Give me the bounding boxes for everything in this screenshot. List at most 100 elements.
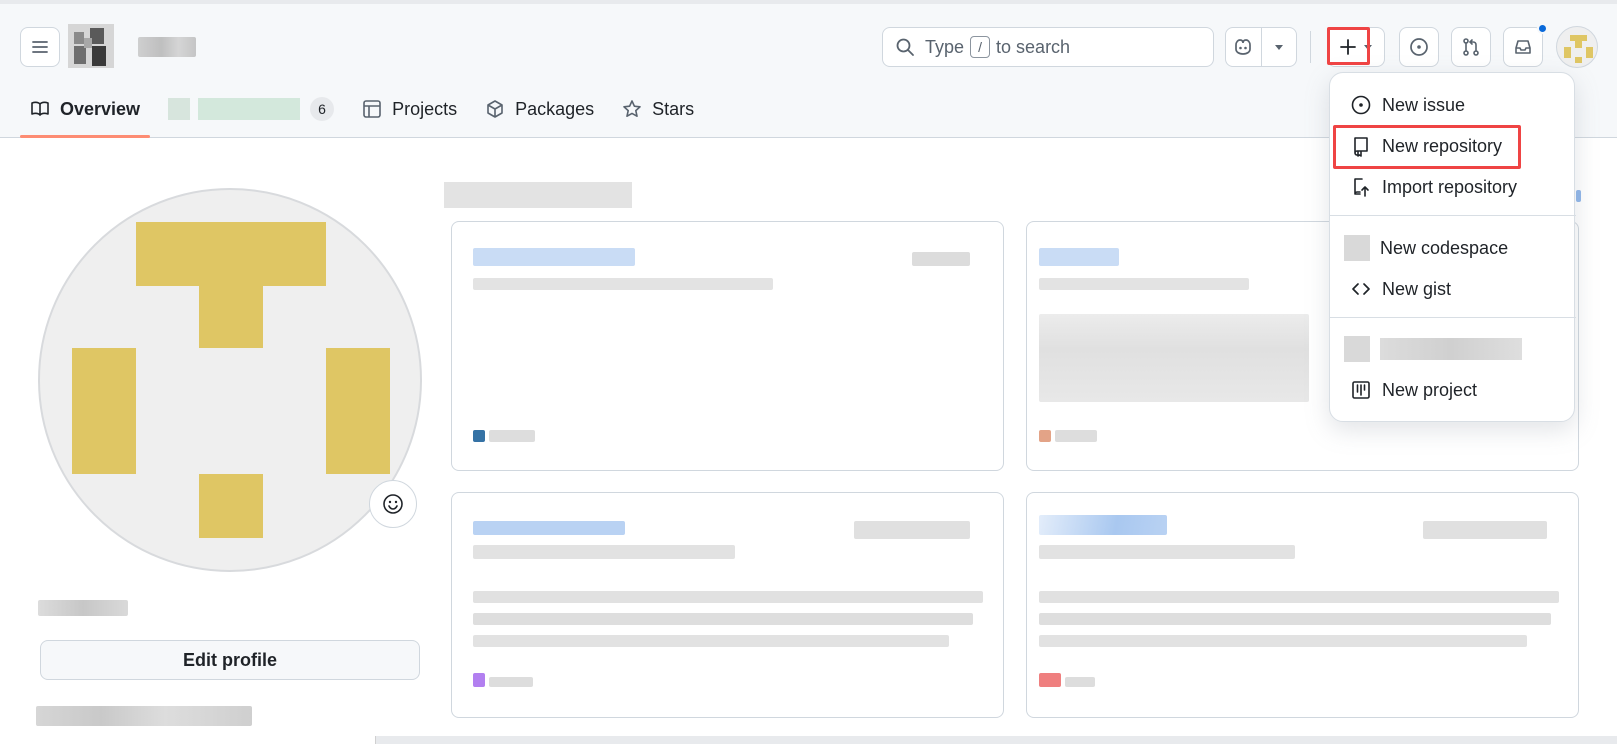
set-status-button[interactable]: [369, 480, 417, 528]
notification-indicator: [1537, 23, 1548, 34]
tab-projects[interactable]: Projects: [352, 88, 467, 130]
profile-avatar[interactable]: [38, 188, 422, 572]
tab-overview[interactable]: Overview: [20, 88, 151, 138]
language-color-dot: [1039, 430, 1051, 442]
git-pull-request-icon: [1463, 38, 1479, 56]
tab-projects-label: Projects: [392, 98, 458, 119]
pinned-repo-card[interactable]: [451, 221, 1004, 471]
inbox-icon: [1515, 40, 1531, 54]
user-avatar-button[interactable]: [1556, 26, 1598, 68]
profile-bio-blurred: [36, 706, 252, 726]
avatar-identicon: [1564, 35, 1593, 63]
browser-edge: [0, 0, 1617, 4]
language-label-blurred: [489, 677, 533, 687]
pinned-repo-card[interactable]: [1026, 492, 1579, 718]
repo-readme-blurred: [1039, 635, 1527, 647]
menu-item-label-blurred: [1380, 338, 1522, 360]
repo-icon: [168, 98, 191, 120]
hamburger-menu-button[interactable]: [20, 27, 60, 67]
tab-packages-label: Packages: [515, 98, 595, 119]
customize-pins-link-edge[interactable]: [1576, 190, 1581, 202]
tab-overview-label: Overview: [60, 98, 141, 119]
tab-packages[interactable]: Packages: [475, 88, 604, 130]
repo-name-blurred[interactable]: [473, 248, 635, 266]
language-label-blurred: [1065, 677, 1095, 687]
tab-repositories[interactable]: 6: [158, 88, 344, 130]
identicon-block: [72, 348, 136, 474]
profile-name-blurred: [38, 600, 128, 616]
book-icon: [31, 101, 49, 116]
search-icon: [896, 38, 914, 56]
repositories-count-badge: 6: [310, 97, 335, 121]
repo-push-icon: [1354, 178, 1369, 197]
search-placeholder-suffix: to search: [996, 36, 1071, 57]
language-color-dot: [1039, 673, 1061, 687]
repo-name-blurred[interactable]: [1039, 248, 1119, 266]
identicon-block: [199, 474, 263, 538]
repo-readme-blurred: [473, 591, 983, 603]
search-shortcut-key: /: [970, 36, 991, 58]
code-icon: [1352, 283, 1370, 295]
repo-readme-blurred: [1039, 591, 1559, 603]
menu-item-new-codespace[interactable]: New codespace: [1330, 228, 1576, 268]
menu-item-label: New repository: [1382, 135, 1503, 156]
menu-item-new-repository[interactable]: New repository: [1330, 126, 1576, 166]
plus-icon: [1340, 39, 1356, 55]
identicon-block: [136, 222, 326, 286]
issue-opened-icon: [1410, 38, 1428, 56]
project-icon: [1352, 381, 1370, 399]
triangle-down-icon: [1274, 45, 1283, 50]
repo-description-blurred: [473, 545, 735, 559]
create-new-dropdown-menu: New issue New repository Import reposito…: [1329, 72, 1576, 422]
language-color-dot: [473, 430, 485, 442]
repo-icon: [1354, 137, 1368, 157]
issues-button[interactable]: [1399, 27, 1439, 67]
menu-item-label: New project: [1382, 379, 1478, 400]
package-icon: [487, 100, 503, 118]
visibility-badge-blurred: [912, 252, 970, 266]
menu-item-new-project[interactable]: New project: [1330, 370, 1576, 410]
copilot-icon: [1235, 39, 1252, 55]
menu-item-new-issue[interactable]: New issue: [1330, 85, 1576, 125]
visibility-badge-blurred: [1423, 521, 1547, 539]
copilot-button[interactable]: [1226, 28, 1261, 66]
menu-item-label: New gist: [1382, 278, 1452, 299]
menu-item-label: Import repository: [1382, 176, 1518, 197]
repo-name-blurred[interactable]: [473, 521, 625, 535]
tab-repositories-label-blurred: [198, 98, 301, 120]
pinned-section-title-blurred: [444, 182, 632, 208]
repo-description-blurred: [473, 278, 773, 290]
language-color-dot: [473, 673, 485, 687]
copilot-dropdown-toggle[interactable]: [1260, 28, 1297, 66]
menu-item-import-repository[interactable]: Import repository: [1330, 167, 1576, 207]
organization-icon: [1344, 336, 1370, 362]
tab-stars[interactable]: Stars: [612, 88, 704, 130]
issue-opened-icon: [1351, 95, 1371, 115]
user-logo[interactable]: [68, 24, 114, 68]
pull-requests-button[interactable]: [1451, 27, 1491, 67]
repo-name-blurred[interactable]: [1039, 515, 1167, 535]
repo-readme-blurred: [1039, 613, 1551, 625]
create-new-button[interactable]: [1327, 27, 1385, 67]
search-input[interactable]: Type / to search: [882, 27, 1214, 67]
visibility-badge-blurred: [854, 521, 970, 539]
repo-readme-blurred: [473, 613, 973, 625]
repo-description-blurred: [1039, 278, 1249, 290]
edit-profile-button[interactable]: Edit profile: [40, 640, 420, 680]
smiley-icon: [383, 494, 403, 514]
menu-separator: [1330, 317, 1576, 318]
tab-stars-label: Stars: [652, 98, 695, 119]
repo-description-blurred: [1039, 545, 1295, 559]
codespace-icon: [1344, 235, 1370, 261]
star-icon: [623, 100, 641, 117]
pinned-repo-card[interactable]: [451, 492, 1004, 718]
notifications-button[interactable]: [1503, 27, 1543, 67]
menu-item-label: New codespace: [1380, 237, 1509, 258]
menu-item-new-organization-blurred[interactable]: [1330, 329, 1576, 369]
menu-item-new-gist[interactable]: New gist: [1330, 269, 1576, 309]
identicon-block: [326, 348, 390, 474]
scrollbar-thumb[interactable]: [0, 736, 376, 744]
profile-tabs: Overview 6 Projects Packages Stars: [20, 88, 712, 138]
table-icon: [363, 100, 381, 118]
language-label-blurred: [489, 430, 535, 442]
